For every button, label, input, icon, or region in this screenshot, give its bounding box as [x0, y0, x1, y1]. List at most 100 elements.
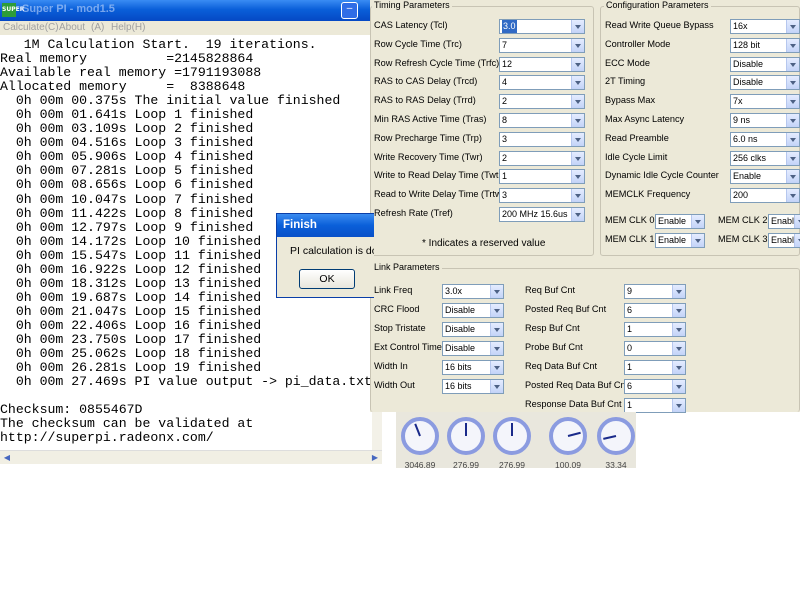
link-select-value: 1 — [627, 324, 633, 334]
chevron-down-icon[interactable] — [571, 189, 584, 203]
chevron-down-icon[interactable] — [672, 342, 685, 355]
scroll-right-icon[interactable]: ▶ — [370, 452, 380, 464]
chevron-down-icon[interactable] — [786, 170, 799, 184]
chevron-down-icon[interactable] — [490, 380, 503, 393]
config-select[interactable]: 16x — [730, 19, 800, 34]
chevron-down-icon[interactable] — [571, 57, 584, 71]
chevron-down-icon[interactable] — [571, 132, 584, 146]
timing-select[interactable]: 4 — [499, 75, 585, 91]
config-select[interactable]: 7x — [730, 94, 800, 110]
timing-select[interactable]: 3.0 — [499, 19, 585, 34]
chevron-down-icon[interactable] — [571, 151, 584, 165]
menu-about-accel[interactable]: (A) — [91, 22, 104, 33]
link-select[interactable]: 3.0x — [442, 284, 504, 299]
config-label: Controller Mode — [605, 38, 671, 49]
chevron-down-icon[interactable] — [490, 285, 503, 298]
memclk-select[interactable]: Enable — [655, 214, 705, 229]
chevron-down-icon[interactable] — [786, 57, 799, 71]
chevron-down-icon[interactable] — [571, 95, 584, 109]
timing-select[interactable]: 12 — [499, 56, 585, 72]
timing-select[interactable]: 3 — [499, 131, 585, 147]
chevron-down-icon[interactable] — [571, 38, 584, 52]
chevron-down-icon[interactable] — [672, 304, 685, 317]
link-label: Probe Buf Cnt — [525, 342, 583, 352]
chevron-down-icon[interactable] — [571, 20, 584, 33]
chevron-down-icon[interactable] — [786, 95, 799, 109]
ok-button[interactable]: OK — [299, 269, 355, 289]
link-select[interactable]: 9 — [624, 284, 686, 299]
chevron-down-icon[interactable] — [571, 114, 584, 127]
link-select[interactable]: 1 — [624, 360, 686, 375]
config-select[interactable]: Disable — [730, 75, 800, 91]
chevron-down-icon[interactable] — [786, 20, 799, 33]
output-line: The checksum can be validated at — [0, 416, 254, 432]
link-select[interactable]: Disable — [442, 322, 504, 337]
timing-select[interactable]: 8 — [499, 113, 585, 128]
config-select[interactable]: Disable — [730, 56, 800, 72]
timing-select[interactable]: 2 — [499, 150, 585, 166]
config-select[interactable]: 6.0 ns — [730, 131, 800, 147]
link-select[interactable]: 6 — [624, 379, 686, 394]
menu-help[interactable]: Help(H) — [111, 22, 145, 33]
chevron-down-icon[interactable] — [571, 170, 584, 184]
timing-label: Read to Write Delay Time (Trtw) — [374, 189, 505, 200]
superpi-titlebar[interactable]: SUPER Super PI - mod1.5 – — [0, 0, 382, 21]
link-select[interactable]: 16 bits — [442, 379, 504, 394]
memclk-select[interactable]: Enable — [768, 233, 800, 248]
chevron-down-icon[interactable] — [691, 215, 704, 228]
config-select[interactable]: Enable — [730, 169, 800, 185]
link-select[interactable]: Disable — [442, 303, 504, 318]
chevron-down-icon[interactable] — [672, 285, 685, 298]
chevron-down-icon[interactable] — [672, 399, 685, 412]
chevron-down-icon[interactable] — [490, 361, 503, 374]
chevron-down-icon[interactable] — [786, 132, 799, 146]
timing-select-value: 3 — [502, 190, 508, 201]
chevron-down-icon[interactable] — [794, 215, 800, 228]
config-select[interactable]: 9 ns — [730, 113, 800, 128]
link-select[interactable]: 0 — [624, 341, 686, 356]
chevron-down-icon[interactable] — [672, 323, 685, 336]
config-select[interactable]: 200 — [730, 188, 800, 204]
config-select[interactable]: 256 clks — [730, 150, 800, 166]
link-select-value: 1 — [627, 400, 633, 410]
chevron-down-icon[interactable] — [490, 323, 503, 336]
output-line: 0h 00m 26.281s Loop 19 finished — [0, 360, 262, 376]
output-line: http://superpi.radeonx.com/ — [0, 430, 214, 446]
timing-select[interactable]: 200 MHz 15.6us — [499, 207, 585, 222]
link-select[interactable]: Disable — [442, 341, 504, 356]
finish-dialog-titlebar[interactable]: Finish — [277, 214, 374, 237]
timing-select[interactable]: 2 — [499, 94, 585, 110]
link-select[interactable]: 16 bits — [442, 360, 504, 375]
output-line: Allocated memory = 8388648 — [0, 79, 246, 95]
horizontal-scrollbar[interactable]: ◀ ▶ — [0, 450, 382, 464]
chevron-down-icon[interactable] — [786, 76, 799, 90]
chevron-down-icon[interactable] — [786, 38, 799, 52]
chevron-down-icon[interactable] — [490, 342, 503, 355]
menu-calculate[interactable]: Calculate(C) — [3, 22, 59, 33]
chevron-down-icon[interactable] — [786, 114, 799, 127]
timing-select[interactable]: 1 — [499, 169, 585, 185]
chevron-down-icon[interactable] — [794, 234, 800, 247]
chevron-down-icon[interactable] — [490, 304, 503, 317]
chevron-down-icon[interactable] — [672, 380, 685, 393]
output-line: 0h 00m 07.281s Loop 5 finished — [0, 163, 254, 179]
chevron-down-icon[interactable] — [786, 189, 799, 203]
timing-select[interactable]: 7 — [499, 37, 585, 53]
link-select[interactable]: 1 — [624, 322, 686, 337]
timing-select[interactable]: 3 — [499, 188, 585, 204]
link-select[interactable]: 6 — [624, 303, 686, 318]
minimize-icon[interactable]: – — [341, 2, 358, 19]
chevron-down-icon[interactable] — [571, 76, 584, 90]
config-select[interactable]: 128 bit — [730, 37, 800, 53]
memclk-select[interactable]: Enable — [768, 214, 800, 229]
scroll-left-icon[interactable]: ◀ — [2, 452, 12, 464]
menu-about[interactable]: About — [59, 22, 85, 33]
link-select[interactable]: 1 — [624, 398, 686, 413]
memclk-select[interactable]: Enable — [655, 233, 705, 248]
chevron-down-icon[interactable] — [691, 234, 704, 247]
output-line: 0h 00m 10.047s Loop 7 finished — [0, 191, 254, 207]
chevron-down-icon[interactable] — [571, 208, 584, 221]
chevron-down-icon[interactable] — [786, 151, 799, 165]
config-label: ECC Mode — [605, 57, 650, 68]
chevron-down-icon[interactable] — [672, 361, 685, 374]
